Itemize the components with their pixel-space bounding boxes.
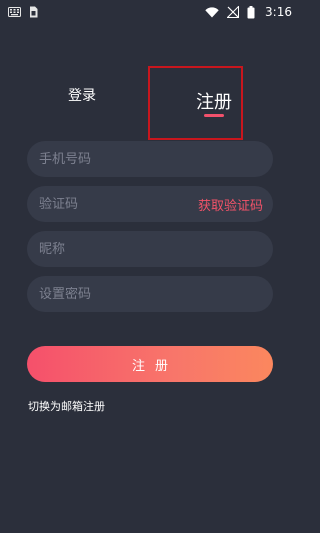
sim-card-icon bbox=[29, 6, 38, 18]
status-left bbox=[8, 6, 38, 18]
get-code-button[interactable]: 获取验证码 bbox=[198, 195, 263, 214]
switch-to-email-register-link[interactable]: 切换为邮箱注册 bbox=[28, 398, 105, 414]
password-input[interactable] bbox=[39, 286, 261, 302]
status-time: 3:16 bbox=[265, 5, 292, 19]
register-submit-button[interactable]: 注册 bbox=[27, 346, 273, 382]
status-bar: 3:16 bbox=[0, 0, 300, 24]
status-right: 3:16 bbox=[205, 5, 292, 19]
phone-field[interactable] bbox=[27, 141, 273, 177]
keyboard-icon bbox=[8, 7, 21, 17]
battery-icon bbox=[247, 5, 255, 19]
tab-register[interactable]: 注册 bbox=[148, 66, 243, 140]
phone-input[interactable] bbox=[39, 151, 261, 167]
wifi-icon bbox=[205, 6, 219, 18]
tab-login[interactable]: 登录 bbox=[68, 85, 96, 105]
register-screen: 3:16 登录 注册 获取验证码 注册 切换为邮箱注册 bbox=[0, 0, 300, 533]
signal-off-icon bbox=[227, 6, 240, 18]
active-tab-indicator bbox=[204, 114, 224, 117]
verification-code-field[interactable]: 获取验证码 bbox=[27, 186, 273, 222]
nickname-input[interactable] bbox=[39, 241, 261, 257]
password-field[interactable] bbox=[27, 276, 273, 312]
tab-register-label: 注册 bbox=[196, 92, 232, 113]
nickname-field[interactable] bbox=[27, 231, 273, 267]
verification-code-input[interactable] bbox=[39, 196, 198, 212]
